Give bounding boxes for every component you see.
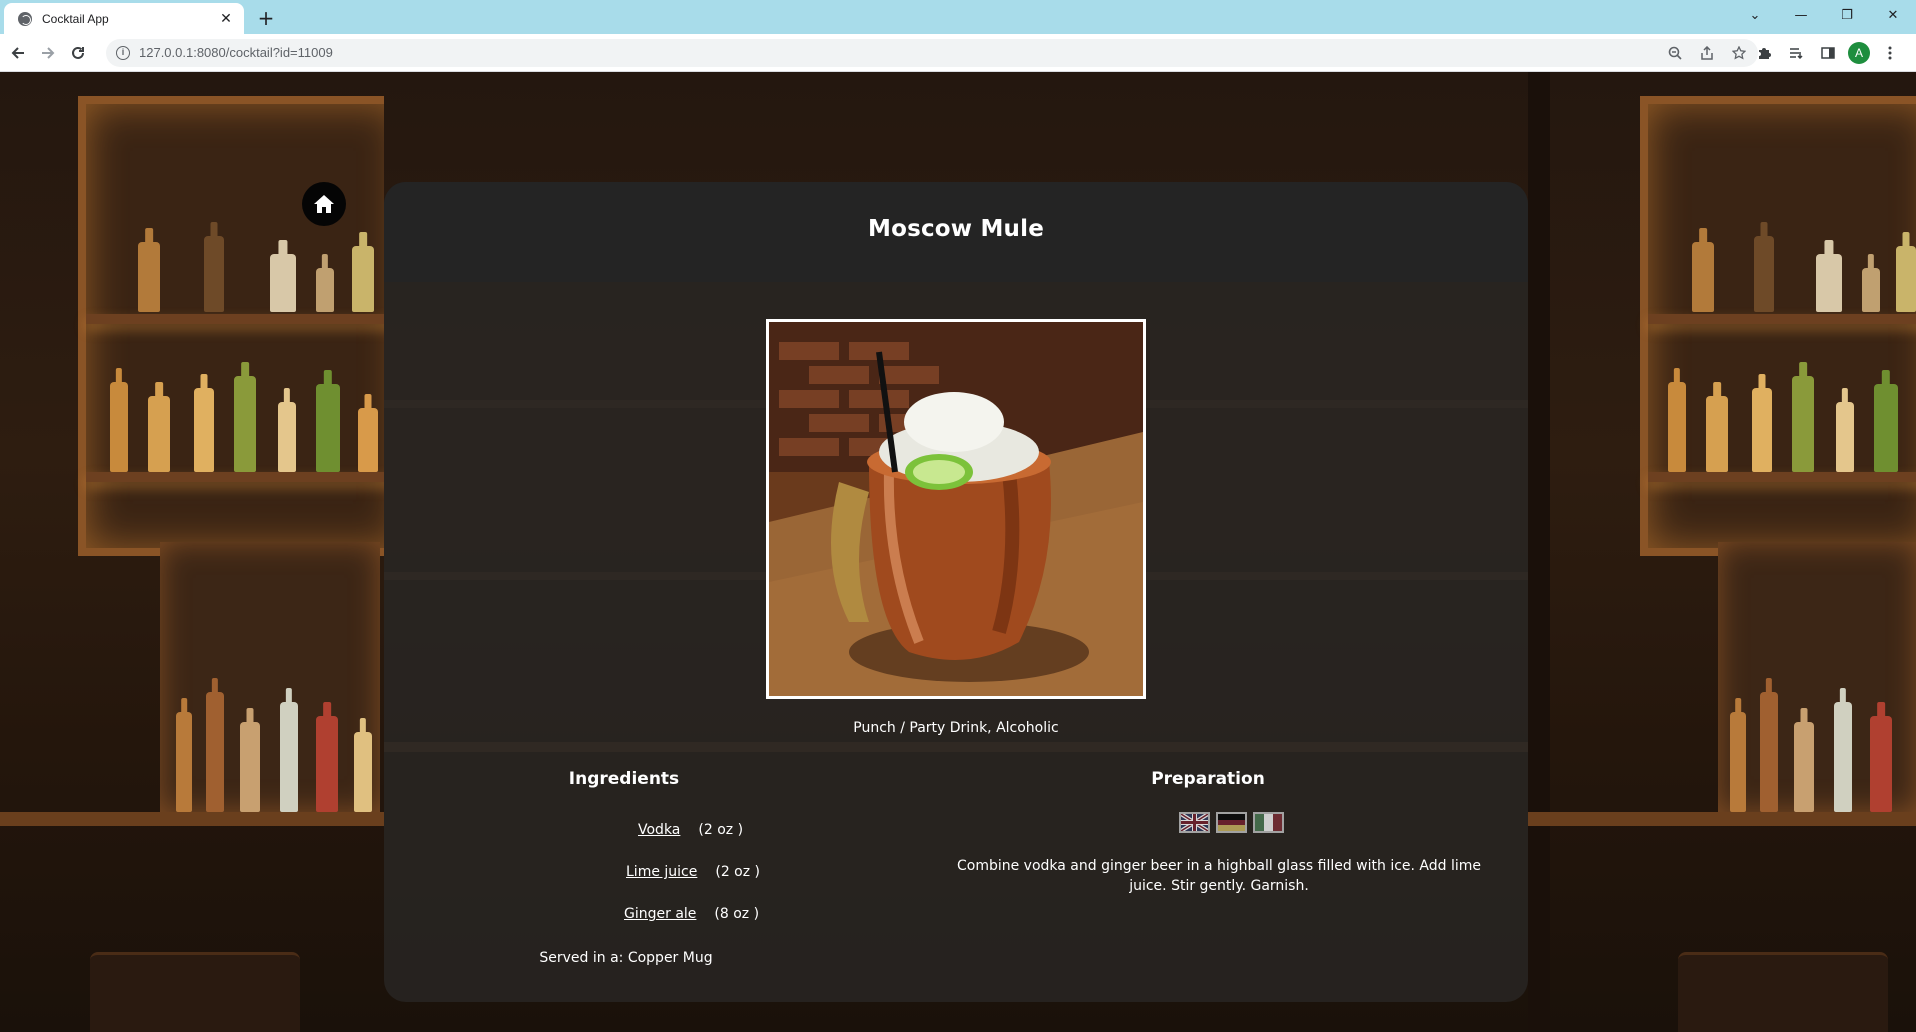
new-tab-button[interactable]: + (254, 6, 278, 30)
back-button[interactable] (6, 41, 30, 65)
german-flag-icon[interactable] (1216, 812, 1247, 833)
ingredient-link[interactable]: Ginger ale (624, 906, 696, 922)
minimize-button[interactable]: — (1778, 0, 1824, 30)
list-item: Ginger ale (8 oz ) (624, 906, 759, 922)
more-menu-icon[interactable] (1878, 41, 1902, 65)
restore-button[interactable]: ❐ (1824, 0, 1870, 30)
close-window-button[interactable]: ✕ (1870, 0, 1916, 30)
extensions-puzzle-icon[interactable] (1752, 41, 1776, 65)
browser-tab-strip: Cocktail App ✕ + ⌄ — ❐ ✕ (0, 0, 1916, 34)
globe-icon (18, 11, 32, 26)
ingredient-measure: (8 oz ) (714, 906, 760, 922)
glass-type: Served in a: Copper Mug (539, 950, 713, 966)
ingredient-measure: (2 oz ) (715, 864, 761, 880)
home-icon (314, 195, 334, 213)
reload-icon (72, 46, 84, 59)
tab-title: Cocktail App (42, 11, 109, 26)
forward-button[interactable] (36, 41, 60, 65)
browser-tab[interactable]: Cocktail App ✕ (4, 3, 244, 34)
cocktail-name: Moscow Mule (867, 216, 1044, 242)
back-arrow-icon (11, 47, 24, 59)
preparation-heading: Preparation (1151, 769, 1265, 789)
card-header: Moscow Mule (384, 182, 1528, 282)
profile-avatar[interactable]: A (1848, 42, 1870, 64)
bar-background-right (1528, 72, 1916, 1032)
site-info-icon[interactable]: i (116, 46, 130, 60)
preparation-instructions: Combine vodka and ginger beer in a highb… (956, 858, 1482, 894)
browser-toolbar: i 127.0.0.1:8080/cocktail?id=11009 A (0, 34, 1916, 72)
address-bar[interactable]: i 127.0.0.1:8080/cocktail?id=11009 (106, 39, 1758, 67)
cocktail-photo (766, 319, 1146, 699)
cocktail-category: Punch / Party Drink, Alcoholic (853, 720, 1059, 736)
list-item: Lime juice (2 oz ) (626, 864, 760, 880)
forward-arrow-icon (42, 47, 55, 59)
cocktail-card: Moscow Mule Punch / Party Drink, Alcohol… (384, 182, 1528, 1002)
language-switcher (1179, 812, 1284, 833)
tab-close-icon[interactable]: ✕ (216, 9, 236, 29)
english-flag-icon[interactable] (1179, 812, 1210, 833)
window-controls: ⌄ — ❐ ✕ (1732, 0, 1916, 30)
bookmark-star-icon[interactable] (1728, 42, 1750, 64)
tab-search-button[interactable]: ⌄ (1732, 0, 1778, 30)
italian-flag-icon[interactable] (1253, 812, 1284, 833)
ingredient-measure: (2 oz ) (698, 822, 744, 838)
side-panel-icon[interactable] (1816, 41, 1840, 65)
list-item: Vodka (2 oz ) (638, 822, 743, 838)
url-text: 127.0.0.1:8080/cocktail?id=11009 (139, 45, 333, 60)
zoom-icon[interactable] (1664, 42, 1686, 64)
share-icon[interactable] (1696, 42, 1718, 64)
reading-list-icon[interactable] (1784, 41, 1808, 65)
ingredient-link[interactable]: Vodka (638, 822, 680, 838)
page-background: Moscow Mule Punch / Party Drink, Alcohol… (0, 72, 1916, 1032)
reload-button[interactable] (66, 41, 90, 65)
home-button[interactable] (302, 182, 346, 226)
ingredient-link[interactable]: Lime juice (626, 864, 697, 880)
